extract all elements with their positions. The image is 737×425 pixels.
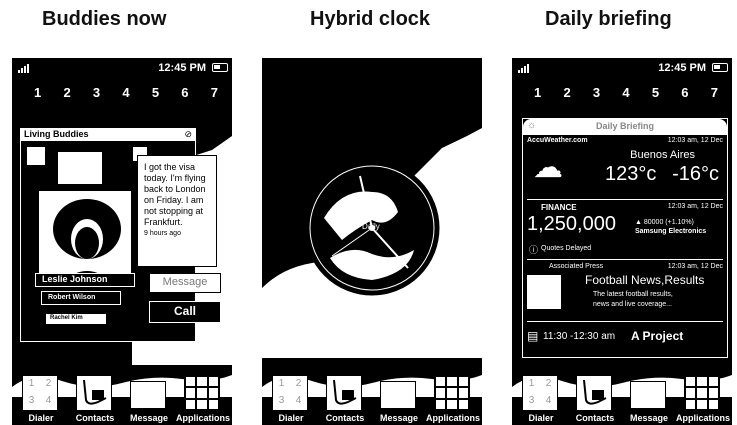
contacts-icon [326, 375, 362, 411]
weather-temp-low: -16°c [672, 163, 719, 185]
applications-grid-icon [184, 375, 220, 411]
message-button[interactable]: Message [149, 273, 221, 293]
page-number[interactable]: 7 [711, 85, 718, 100]
message-icon [380, 381, 416, 409]
phone-hybrid-clock: 12:45 PM 1 2 3 4 5 6 7 Daily 1234 Dial [262, 58, 482, 425]
message-text: I got the visa today. I'm flying back to… [144, 162, 206, 227]
page-number[interactable]: 3 [593, 85, 600, 100]
finance-section[interactable]: FINANCE 12:03 am, 12 Dec 1,250,000 ▲ 800… [527, 203, 723, 260]
page-number[interactable]: 4 [622, 85, 629, 100]
signal-icon [518, 63, 529, 73]
dock: 1234 Dialer Contacts Message Application… [262, 365, 482, 425]
finance-note: Quotes Delayed [541, 245, 592, 252]
weather-source: AccuWeather.com [527, 137, 588, 144]
finance-value: 1,250,000 [527, 213, 616, 235]
finance-company: Samsung Electronics [635, 228, 707, 235]
battery-icon [712, 63, 728, 72]
widget-title-bar: Living Buddies ⊘ [21, 129, 195, 142]
calendar-section[interactable]: ▤ 11:30 -12:30 am A Project [527, 325, 723, 349]
heading-hybrid-clock: Hybrid clock [310, 8, 431, 30]
finance-timestamp: 12:03 am, 12 Dec [667, 203, 723, 210]
finance-change: ▲ 80000 (+1.10%) [635, 219, 694, 226]
dock-label: Applications [425, 413, 480, 423]
contacts-icon [576, 375, 612, 411]
message-bubble: I got the visa today. I'm flying back to… [137, 155, 217, 267]
page-number[interactable]: 2 [563, 85, 570, 100]
info-icon: ⓘ [529, 245, 539, 255]
daily-briefing-widget[interactable]: ☼ Daily Briefing AccuWeather.com 12:03 a… [522, 118, 728, 358]
finance-label: FINANCE [541, 203, 577, 212]
news-headline: Football News,Results [585, 273, 705, 287]
home-page-indicator: 1 2 3 4 5 6 7 [534, 85, 718, 100]
news-section[interactable]: Associated Press 12:03 am, 12 Dec Footba… [527, 263, 723, 322]
avatar-portrait [39, 191, 131, 281]
calendar-icon: ▤ [527, 329, 539, 343]
page-number[interactable]: 5 [652, 85, 659, 100]
dock: 1234 Dialer Contacts Message Application… [12, 365, 232, 425]
phone-daily-briefing: 12:45 PM 1 2 3 4 5 6 7 ☼ Daily Briefing … [512, 58, 732, 425]
widget-close-icon[interactable]: ⊘ [184, 129, 192, 140]
applications-grid-icon [434, 375, 470, 411]
message-time: 9 hours ago [144, 230, 181, 237]
weather-city: Buenos Aires [630, 149, 695, 161]
message-icon [130, 381, 166, 409]
contact-name[interactable]: Rachel Kim [45, 313, 107, 325]
calendar-time: 11:30 -12:30 am [543, 331, 616, 342]
dock: 1234 Dialer Contacts Message Application… [512, 365, 732, 425]
widget-title-bar: ☼ Daily Briefing [523, 119, 727, 135]
applications-grid-icon [684, 375, 720, 411]
news-thumbnail-icon [527, 275, 561, 309]
dock-label: Applications [175, 413, 230, 423]
widget-title: Living Buddies [24, 129, 89, 139]
calendar-event: A Project [631, 329, 684, 343]
page-number[interactable]: 6 [681, 85, 688, 100]
heading-daily-briefing: Daily briefing [545, 8, 672, 30]
dock-label: Applications [675, 413, 730, 423]
page-number[interactable]: 1 [534, 85, 541, 100]
dialer-keypad-icon: 1234 [22, 375, 58, 411]
contact-name[interactable]: Robert Wilson [41, 291, 121, 305]
message-icon [630, 381, 666, 409]
news-source: Associated Press [549, 263, 604, 270]
call-button[interactable]: Call [149, 301, 221, 323]
status-bar: 12:45 PM [512, 60, 732, 76]
phone-buddies-now: 12:45 PM 1 2 3 4 5 6 7 Living Buddies ⊘ … [12, 58, 232, 425]
buddy-thumbnail[interactable] [27, 147, 45, 165]
news-summary: The latest football results, [593, 291, 673, 298]
news-timestamp: 12:03 am, 12 Dec [667, 263, 723, 270]
buddy-thumbnail[interactable] [57, 151, 103, 185]
status-time: 12:45 PM [658, 62, 706, 74]
weather-timestamp: 12:03 am, 12 Dec [667, 137, 723, 144]
clock-label: Daily [362, 222, 380, 231]
living-buddies-widget[interactable]: Living Buddies ⊘ I got the visa today. I… [20, 128, 221, 342]
contacts-icon [76, 375, 112, 411]
weather-section[interactable]: AccuWeather.com 12:03 am, 12 Dec ☁ Bueno… [527, 137, 723, 200]
widget-title: Daily Briefing [595, 121, 654, 131]
contact-photo[interactable] [37, 189, 133, 283]
heading-buddies-now: Buddies now [42, 8, 167, 30]
news-summary: news and live coverage... [593, 301, 672, 308]
weather-cloud-icon: ☁ [533, 151, 563, 184]
weather-temp: 123°c [605, 163, 657, 185]
contact-name: Leslie Johnson [35, 273, 135, 287]
dialer-keypad-icon: 1234 [522, 375, 558, 411]
dialer-keypad-icon: 1234 [272, 375, 308, 411]
